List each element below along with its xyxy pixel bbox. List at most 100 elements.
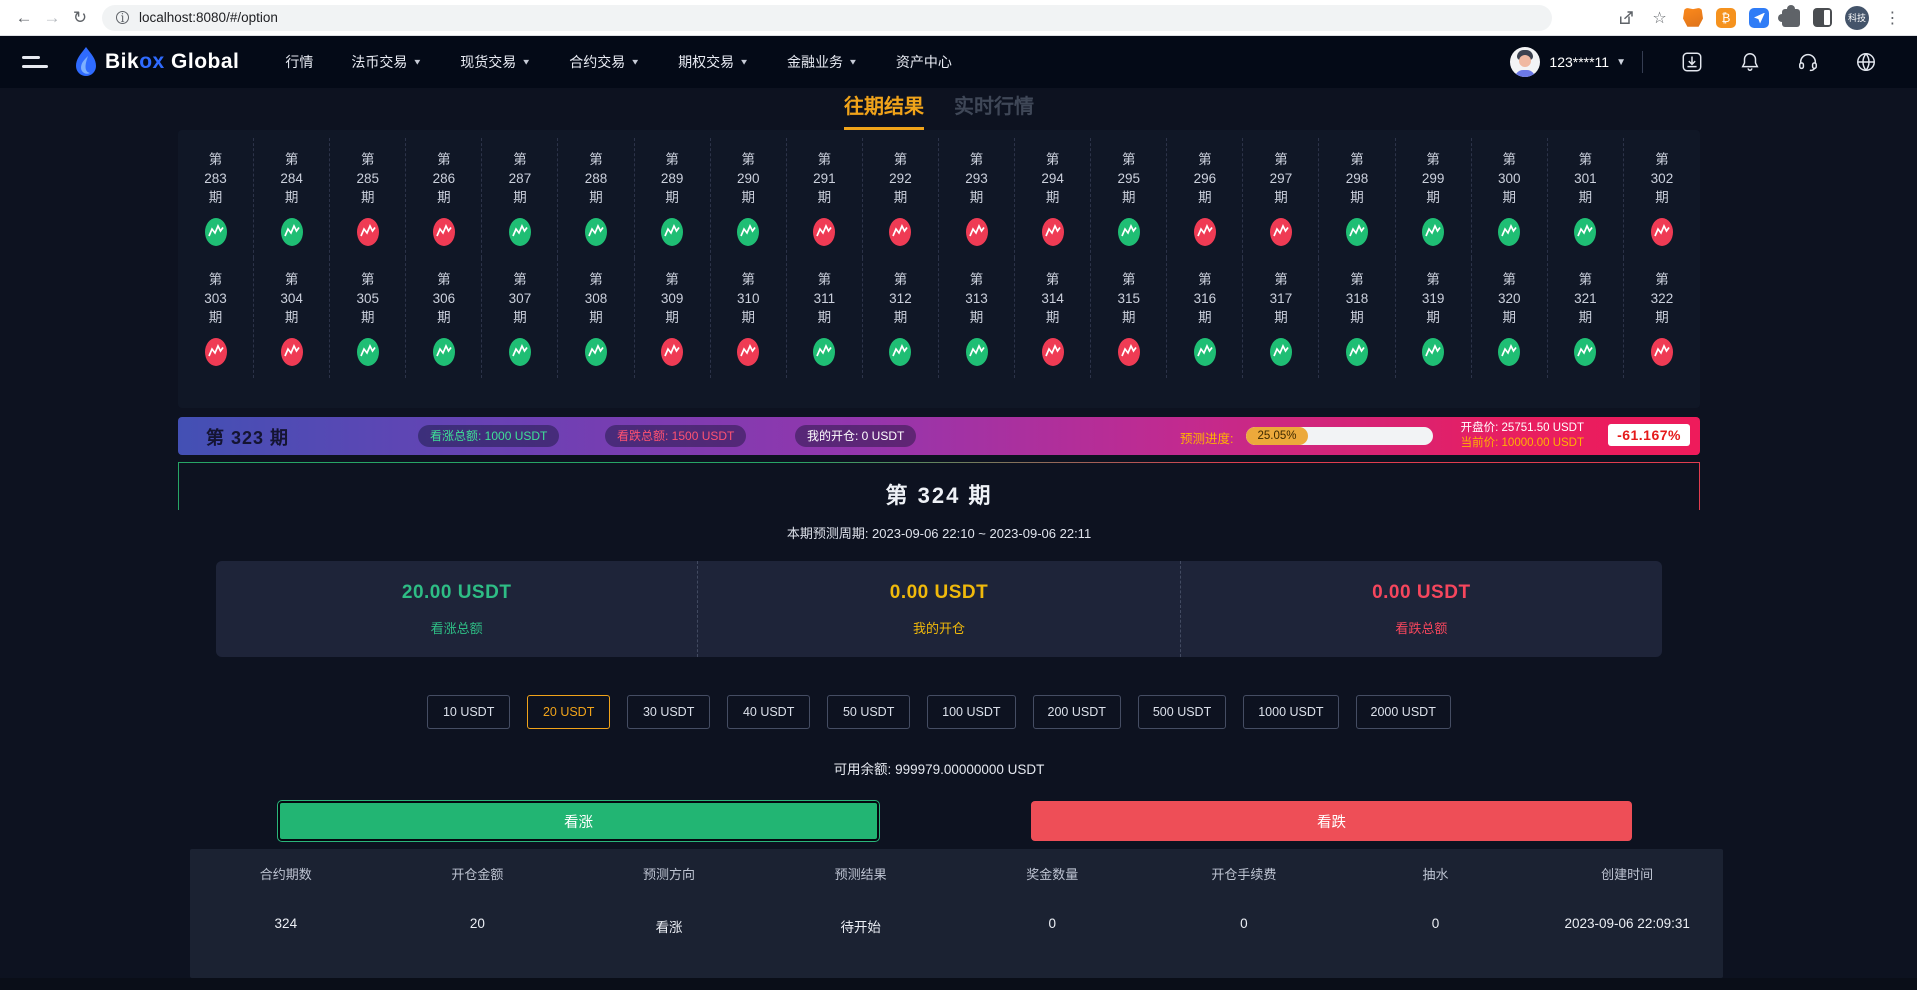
- period-cell[interactable]: 第288期: [558, 138, 634, 258]
- amount-button[interactable]: 10 USDT: [427, 695, 510, 729]
- browser-profile-avatar[interactable]: 科技: [1845, 6, 1869, 30]
- url-text[interactable]: localhost:8080/#/option: [139, 10, 278, 25]
- page-footer-strip: [0, 978, 1917, 990]
- amount-button[interactable]: 2000 USDT: [1356, 695, 1451, 729]
- period-cell[interactable]: 第313期: [939, 258, 1015, 378]
- trend-chart-icon: [1269, 217, 1293, 247]
- trend-chart-icon: [1345, 337, 1369, 367]
- period-cell[interactable]: 第303期: [178, 258, 254, 378]
- period-cell[interactable]: 第306期: [406, 258, 482, 378]
- metamask-extension-icon[interactable]: [1683, 8, 1703, 28]
- nav-menu-item[interactable]: 现货交易▼: [460, 52, 531, 72]
- period-cell[interactable]: 第321期: [1548, 258, 1624, 378]
- period-cell[interactable]: 第299期: [1396, 138, 1472, 258]
- trend-chart-icon: [812, 217, 836, 247]
- period-cell[interactable]: 第300期: [1472, 138, 1548, 258]
- trend-chart-icon: [1573, 217, 1597, 247]
- user-chevron-down-icon[interactable]: ▼: [1616, 57, 1626, 68]
- period-cell[interactable]: 第312期: [863, 258, 939, 378]
- user-name[interactable]: 123****11: [1549, 54, 1609, 70]
- nav-menu-item[interactable]: 资产中心: [896, 52, 952, 72]
- nav-menu-item[interactable]: 法币交易▼: [351, 52, 422, 72]
- next-round-title: 第 324 期: [178, 478, 1700, 510]
- headset-icon[interactable]: [1796, 50, 1820, 74]
- amount-button[interactable]: 1000 USDT: [1243, 695, 1338, 729]
- tab-realtime-market[interactable]: 实时行情: [954, 90, 1034, 130]
- period-cell[interactable]: 第291期: [787, 138, 863, 258]
- table-header-cell: 开仓手续费: [1148, 864, 1340, 883]
- period-cell[interactable]: 第320期: [1472, 258, 1548, 378]
- table-header-cell: 抽水: [1340, 864, 1532, 883]
- amount-button[interactable]: 100 USDT: [927, 695, 1015, 729]
- period-cell[interactable]: 第298期: [1319, 138, 1395, 258]
- prediction-cycle: 本期预测周期: 2023-09-06 22:10 ~ 2023-09-06 22…: [178, 523, 1700, 542]
- user-avatar[interactable]: [1510, 47, 1540, 77]
- nav-menu-item[interactable]: 行情: [285, 52, 313, 72]
- table-cell: 2023-09-06 22:09:31: [1531, 916, 1723, 936]
- browser-forward-button[interactable]: →: [38, 4, 66, 32]
- tokenpocket-extension-icon[interactable]: [1749, 8, 1769, 28]
- browser-refresh-button[interactable]: ↻: [66, 4, 94, 32]
- nav-menu-item[interactable]: 合约交易▼: [569, 52, 640, 72]
- period-cell[interactable]: 第293期: [939, 138, 1015, 258]
- period-cell[interactable]: 第310期: [711, 258, 787, 378]
- tab-past-results[interactable]: 往期结果: [844, 90, 924, 130]
- period-cell[interactable]: 第304期: [254, 258, 330, 378]
- browser-menu-icon[interactable]: ⋮: [1882, 7, 1903, 28]
- bell-icon[interactable]: [1738, 50, 1762, 74]
- buy-down-button[interactable]: 看跌: [1031, 801, 1632, 841]
- table-cell: 0: [957, 916, 1149, 936]
- period-cell[interactable]: 第315期: [1091, 258, 1167, 378]
- period-cell[interactable]: 第317期: [1243, 258, 1319, 378]
- browser-back-button[interactable]: ←: [10, 4, 38, 32]
- table-cell: 待开始: [765, 916, 957, 936]
- period-cell[interactable]: 第302期: [1624, 138, 1700, 258]
- period-cell[interactable]: 第318期: [1319, 258, 1395, 378]
- menu-toggle-icon[interactable]: [22, 56, 48, 68]
- period-cell[interactable]: 第284期: [254, 138, 330, 258]
- period-cell[interactable]: 第322期: [1624, 258, 1700, 378]
- period-cell[interactable]: 第286期: [406, 138, 482, 258]
- period-cell[interactable]: 第316期: [1167, 258, 1243, 378]
- amount-button[interactable]: 50 USDT: [827, 695, 910, 729]
- period-cell[interactable]: 第297期: [1243, 138, 1319, 258]
- trend-chart-icon: [356, 217, 380, 247]
- period-cell[interactable]: 第311期: [787, 258, 863, 378]
- extensions-puzzle-icon[interactable]: [1782, 9, 1800, 27]
- period-cell[interactable]: 第290期: [711, 138, 787, 258]
- period-cell[interactable]: 第285期: [330, 138, 406, 258]
- table-cell: 看涨: [573, 916, 765, 936]
- period-cell[interactable]: 第305期: [330, 258, 406, 378]
- amount-button[interactable]: 200 USDT: [1033, 695, 1121, 729]
- globe-icon[interactable]: [1854, 50, 1878, 74]
- site-info-icon[interactable]: i: [116, 11, 129, 24]
- period-cell[interactable]: 第319期: [1396, 258, 1472, 378]
- period-cell[interactable]: 第301期: [1548, 138, 1624, 258]
- amount-button[interactable]: 30 USDT: [627, 695, 710, 729]
- period-cell[interactable]: 第314期: [1015, 258, 1091, 378]
- nav-menu-item[interactable]: 期权交易▼: [678, 52, 749, 72]
- change-percent-badge: -61.167%: [1608, 424, 1690, 446]
- period-cell[interactable]: 第308期: [558, 258, 634, 378]
- amount-button[interactable]: 500 USDT: [1138, 695, 1226, 729]
- brand-logo[interactable]: Bikox Global: [74, 46, 239, 78]
- period-cell[interactable]: 第283期: [178, 138, 254, 258]
- bookmark-star-icon[interactable]: ☆: [1649, 7, 1670, 28]
- period-cell[interactable]: 第287期: [482, 138, 558, 258]
- period-cell[interactable]: 第309期: [635, 258, 711, 378]
- buy-up-button[interactable]: 看涨: [278, 801, 879, 841]
- period-cell[interactable]: 第307期: [482, 258, 558, 378]
- period-cell[interactable]: 第295期: [1091, 138, 1167, 258]
- address-bar[interactable]: i localhost:8080/#/option: [102, 5, 1552, 31]
- download-icon[interactable]: [1680, 50, 1704, 74]
- nav-menu-item[interactable]: 金融业务▼: [787, 52, 858, 72]
- share-icon[interactable]: [1615, 7, 1636, 28]
- period-cell[interactable]: 第296期: [1167, 138, 1243, 258]
- amount-button[interactable]: 40 USDT: [727, 695, 810, 729]
- period-cell[interactable]: 第292期: [863, 138, 939, 258]
- period-cell[interactable]: 第294期: [1015, 138, 1091, 258]
- crypto-wallet-extension-icon[interactable]: [1716, 8, 1736, 28]
- amount-button[interactable]: 20 USDT: [527, 695, 610, 729]
- side-panel-icon[interactable]: [1813, 8, 1832, 27]
- period-cell[interactable]: 第289期: [635, 138, 711, 258]
